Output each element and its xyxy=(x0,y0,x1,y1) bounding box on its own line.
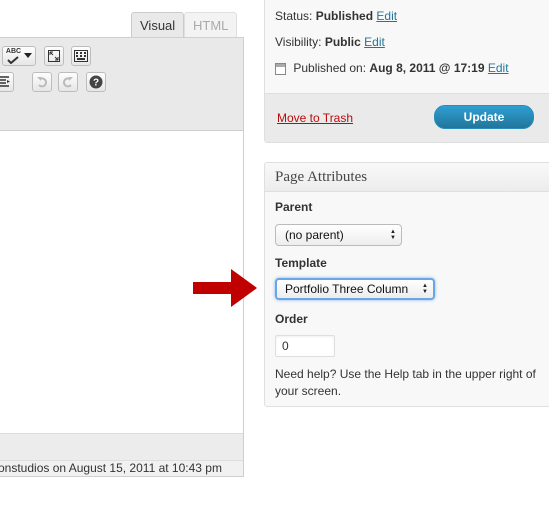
parent-select[interactable]: (no parent) ▲ ▼ xyxy=(275,224,402,246)
indent-icon xyxy=(0,76,10,87)
spellcheck-label: ABC xyxy=(5,48,22,55)
template-label: Template xyxy=(275,256,327,270)
select-arrows-icon: ▲ ▼ xyxy=(422,283,428,295)
template-select-value: Portfolio Three Column xyxy=(285,282,409,296)
tab-html[interactable]: HTML xyxy=(184,12,238,38)
redo-icon xyxy=(62,77,73,88)
editor-toolbar: ABC ? xyxy=(0,38,243,131)
undo-icon xyxy=(37,77,48,88)
redo-button[interactable] xyxy=(58,72,78,92)
help-button[interactable]: ? xyxy=(86,72,106,92)
parent-label: Parent xyxy=(275,200,313,214)
publish-box: Status: Published Edit Visibility: Publi… xyxy=(264,0,549,143)
page-attributes-box: Page Attributes Parent (no parent) ▲ ▼ Te… xyxy=(264,162,549,407)
published-edit-link[interactable]: Edit xyxy=(488,61,509,75)
update-button[interactable]: Update xyxy=(434,105,534,129)
order-label: Order xyxy=(275,312,308,326)
calendar-icon xyxy=(275,62,286,75)
editor-resize-handle[interactable] xyxy=(0,434,243,461)
help-icon: ? xyxy=(89,75,103,89)
visibility-edit-link[interactable]: Edit xyxy=(364,35,385,49)
kitchen-sink-button[interactable] xyxy=(71,46,91,66)
spellcheck-icon: ABC xyxy=(5,48,33,64)
indent-button[interactable] xyxy=(0,72,14,92)
published-label: Published on: xyxy=(293,61,367,75)
publish-actions: Move to Trash Update xyxy=(265,93,549,142)
kitchen-sink-icon xyxy=(74,50,88,62)
published-on-row: Published on: Aug 8, 2011 @ 17:19 Edit xyxy=(275,61,509,75)
select-arrows-icon: ▲ ▼ xyxy=(390,229,396,241)
visibility-label: Visibility: xyxy=(275,35,322,49)
fullscreen-icon xyxy=(48,50,60,62)
status-label: Status: xyxy=(275,9,313,23)
status-value: Published xyxy=(315,9,374,23)
last-edited-text: onstudios on August 15, 2011 at 10:43 pm xyxy=(0,461,222,475)
page-attributes-title: Page Attributes xyxy=(275,169,368,185)
page-attributes-header[interactable]: Page Attributes xyxy=(265,163,549,192)
visibility-value: Public xyxy=(324,35,361,49)
svg-text:?: ? xyxy=(93,78,99,89)
move-to-trash-link[interactable]: Move to Trash xyxy=(277,111,353,125)
visibility-row: Visibility: Public Edit xyxy=(275,35,385,49)
parent-select-value: (no parent) xyxy=(285,228,344,242)
editor-tabs: Visual HTML xyxy=(0,12,244,38)
published-value: Aug 8, 2011 @ 17:19 xyxy=(369,61,485,75)
help-text: Need help? Use the Help tab in the upper… xyxy=(275,367,536,398)
status-edit-link[interactable]: Edit xyxy=(376,9,397,23)
tab-visual[interactable]: Visual xyxy=(131,12,185,38)
undo-button[interactable] xyxy=(32,72,52,92)
status-row: Status: Published Edit xyxy=(275,9,397,23)
editor-status-bar: onstudios on August 15, 2011 at 10:43 pm xyxy=(0,433,243,476)
spellcheck-button[interactable]: ABC xyxy=(2,46,36,66)
template-select[interactable]: Portfolio Three Column ▲ ▼ xyxy=(275,278,435,300)
order-input[interactable]: 0 xyxy=(275,335,335,357)
content-editor: ABC ? onstudios on August 15, 2011 at 10… xyxy=(0,37,244,477)
fullscreen-button[interactable] xyxy=(44,46,64,66)
red-arrow-icon xyxy=(193,269,257,307)
